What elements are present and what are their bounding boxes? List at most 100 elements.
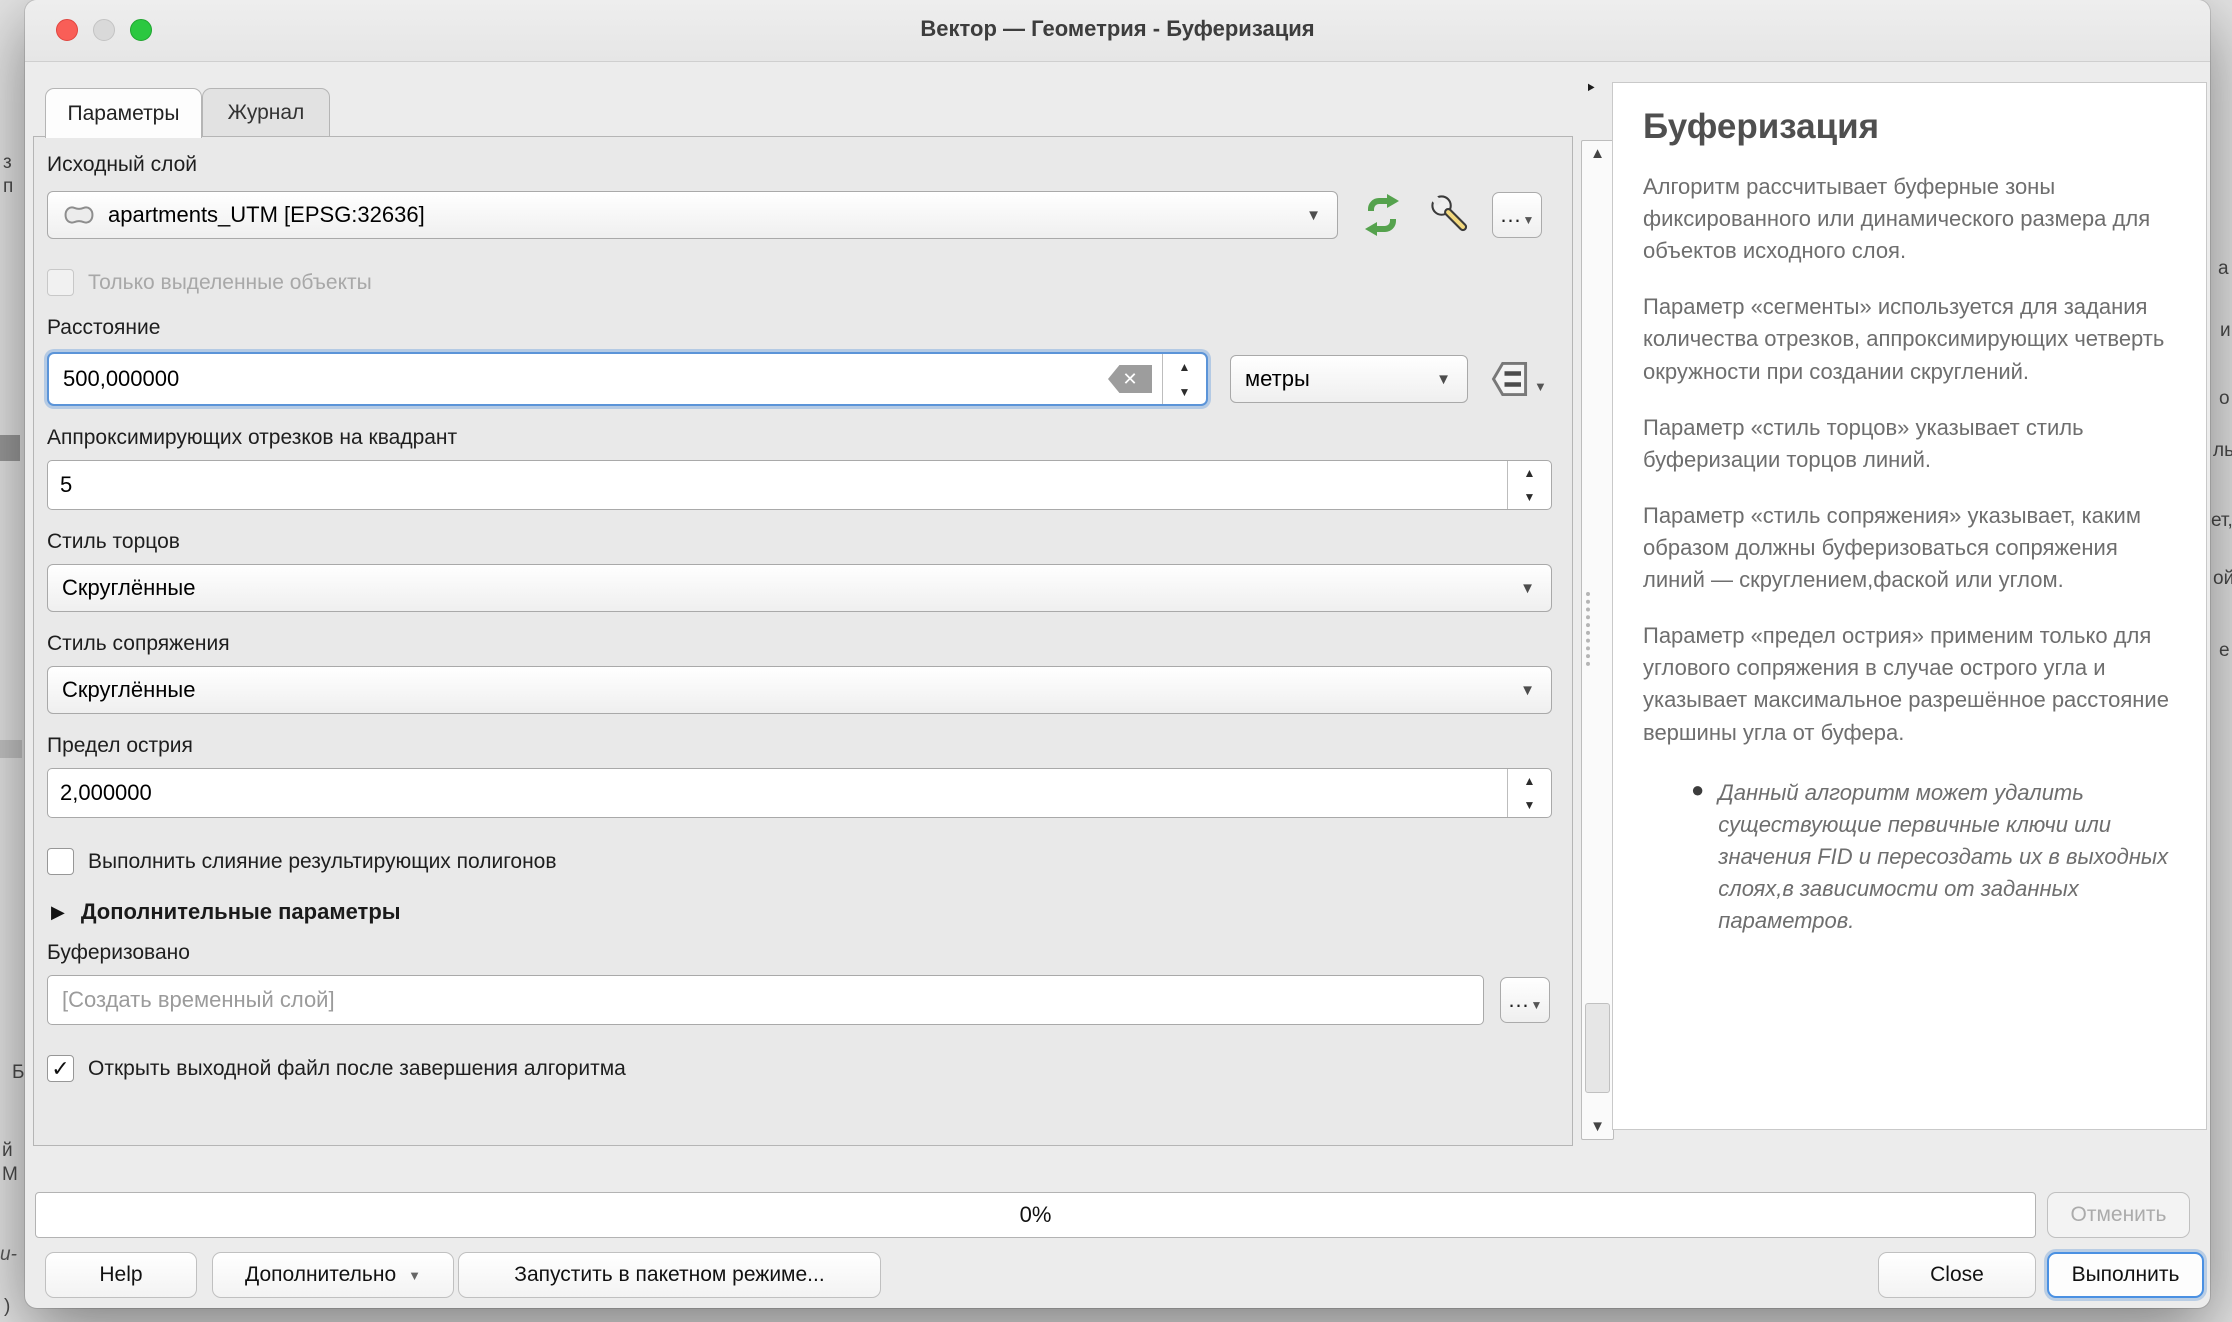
selected-only-label: Только выделенные объекты bbox=[88, 271, 372, 295]
checkbox-box bbox=[47, 269, 74, 296]
scrollbar-thumb[interactable] bbox=[1585, 1003, 1610, 1093]
spin-up-icon[interactable]: ▲ bbox=[1508, 461, 1551, 485]
spin-up-icon[interactable]: ▲ bbox=[1508, 769, 1551, 793]
help-paragraph: Параметр «сегменты» используется для зад… bbox=[1643, 291, 2176, 387]
spin-up-icon[interactable]: ▲ bbox=[1163, 354, 1206, 379]
tab-parameters[interactable]: Параметры bbox=[45, 88, 202, 138]
segments-value: 5 bbox=[48, 461, 1507, 509]
source-layer-label: Исходный слой bbox=[47, 153, 1550, 177]
bg-fragment: М bbox=[2, 1164, 18, 1186]
miter-limit-value: 2,000000 bbox=[48, 769, 1507, 817]
parameters-pane: Исходный слой apartments_UTM [EPSG:32636… bbox=[33, 136, 1573, 1146]
bg-fragment: а bbox=[2218, 258, 2229, 280]
output-path-input[interactable] bbox=[47, 975, 1484, 1025]
advanced-parameters-group[interactable]: ▶ Дополнительные параметры bbox=[47, 899, 1550, 925]
bullet-icon: ● bbox=[1691, 777, 1704, 938]
cap-style-value: Скруглённые bbox=[62, 575, 195, 601]
segments-spinner[interactable]: ▲ ▼ bbox=[1507, 461, 1551, 509]
chevron-down-icon: ▼ bbox=[1523, 213, 1535, 227]
bg-fragment: Б bbox=[12, 1062, 24, 1084]
bg-fragment: ль bbox=[2213, 440, 2232, 462]
spin-down-icon[interactable]: ▼ bbox=[1508, 793, 1551, 817]
chevron-down-icon: ▼ bbox=[1436, 371, 1451, 388]
bg-fragment: ) bbox=[4, 1296, 10, 1318]
help-title: Буферизация bbox=[1643, 107, 2176, 147]
clear-icon[interactable]: ✕ bbox=[1108, 365, 1152, 393]
dissolve-label: Выполнить слияние результирующих полигон… bbox=[88, 850, 557, 874]
ellipsis-label: … bbox=[1508, 987, 1530, 1013]
bg-fragment: ет, bbox=[2211, 510, 2232, 532]
output-browse-button[interactable]: … ▼ bbox=[1500, 977, 1550, 1023]
checkbox-box[interactable]: ✓ bbox=[47, 1055, 74, 1082]
distance-unit-select[interactable]: метры ▼ bbox=[1230, 355, 1468, 403]
checkbox-box[interactable] bbox=[47, 848, 74, 875]
help-warning-text: Данный алгоритм может удалить существующ… bbox=[1718, 777, 2176, 938]
bg-fragment bbox=[0, 740, 22, 758]
bg-fragment: и bbox=[2220, 320, 2231, 342]
close-button[interactable]: Close bbox=[1878, 1252, 2036, 1298]
tab-log[interactable]: Журнал bbox=[202, 88, 330, 137]
advanced-menu-button[interactable]: Дополнительно ▼ bbox=[212, 1252, 454, 1298]
distance-value: 500,000000 bbox=[49, 354, 1108, 404]
cancel-button: Отменить bbox=[2047, 1192, 2190, 1238]
chevron-down-icon: ▼ bbox=[1520, 682, 1535, 699]
titlebar[interactable]: Вектор — Геометрия - Буферизация bbox=[25, 0, 2210, 62]
join-style-value: Скруглённые bbox=[62, 677, 195, 703]
help-warning-item: ● Данный алгоритм может удалить существу… bbox=[1643, 777, 2176, 938]
distance-spinner[interactable]: ▲ ▼ bbox=[1162, 354, 1206, 404]
chevron-down-icon: ▼ bbox=[1531, 998, 1543, 1012]
miter-limit-input[interactable]: 2,000000 ▲ ▼ bbox=[47, 768, 1552, 818]
open-output-checkbox[interactable]: ✓ Открыть выходной файл после завершения… bbox=[47, 1055, 1550, 1082]
progress-bar: 0% bbox=[35, 1192, 2036, 1238]
chevron-down-icon: ▼ bbox=[1534, 379, 1547, 394]
advanced-parameters-label: Дополнительные параметры bbox=[81, 899, 401, 925]
polygon-layer-icon bbox=[62, 203, 96, 227]
cap-style-select[interactable]: Скруглённые ▼ bbox=[47, 564, 1552, 612]
advanced-menu-label: Дополнительно bbox=[245, 1263, 396, 1287]
miter-limit-label: Предел острия bbox=[47, 734, 1550, 758]
help-button[interactable]: Help bbox=[45, 1252, 197, 1298]
join-style-select[interactable]: Скруглённые ▼ bbox=[47, 666, 1552, 714]
iterate-layer-button[interactable] bbox=[1358, 191, 1406, 239]
help-paragraph: Параметр «стиль торцов» указывает стиль … bbox=[1643, 412, 2176, 476]
data-defined-override-button[interactable]: ▼ bbox=[1488, 357, 1547, 401]
splitter-handle[interactable] bbox=[1586, 592, 1590, 666]
help-paragraph: Параметр «предел острия» применим только… bbox=[1643, 620, 2176, 748]
bg-fragment: и- bbox=[0, 1244, 17, 1266]
source-layer-value: apartments_UTM [EPSG:32636] bbox=[108, 202, 425, 228]
help-paragraph: Алгоритм рассчитывает буферные зоны фикс… bbox=[1643, 171, 2176, 267]
dissolve-checkbox[interactable]: Выполнить слияние результирующих полигон… bbox=[47, 848, 1550, 875]
wrench-icon bbox=[1426, 190, 1476, 240]
advanced-options-button[interactable] bbox=[1426, 190, 1476, 240]
distance-unit-value: метры bbox=[1245, 366, 1310, 392]
bg-fragment: й bbox=[2, 1140, 13, 1162]
output-label: Буферизовано bbox=[47, 941, 1550, 965]
spin-down-icon[interactable]: ▼ bbox=[1508, 485, 1551, 509]
buffer-dialog: Вектор — Геометрия - Буферизация Парамет… bbox=[25, 0, 2210, 1308]
triangle-right-icon[interactable]: ▶ bbox=[51, 902, 65, 923]
bg-fragment bbox=[0, 435, 20, 461]
checkmark-icon: ✓ bbox=[51, 1058, 69, 1080]
segments-label: Аппроксимирующих отрезков на квадрант bbox=[47, 426, 1550, 450]
source-layer-browse-button[interactable]: … ▼ bbox=[1492, 192, 1542, 238]
iterate-icon bbox=[1358, 191, 1406, 239]
help-collapse-icon[interactable]: ‣ bbox=[1585, 76, 1597, 101]
selected-only-checkbox: Только выделенные объекты bbox=[47, 269, 1550, 296]
run-button[interactable]: Выполнить bbox=[2047, 1252, 2204, 1298]
bg-fragment: ой bbox=[2213, 568, 2232, 590]
progress-value: 0% bbox=[1020, 1202, 1052, 1228]
scroll-up-icon[interactable]: ▲ bbox=[1582, 145, 1613, 162]
miter-limit-spinner[interactable]: ▲ ▼ bbox=[1507, 769, 1551, 817]
help-paragraph: Параметр «стиль сопряжения» указывает, к… bbox=[1643, 500, 2176, 596]
run-batch-button[interactable]: Запустить в пакетном режиме... bbox=[458, 1252, 881, 1298]
screen: з п Б й М и- ) а и о ль ет, ой е Вектор … bbox=[0, 0, 2232, 1322]
chevron-down-icon: ▼ bbox=[1520, 580, 1535, 597]
spin-down-icon[interactable]: ▼ bbox=[1163, 379, 1206, 404]
distance-input[interactable]: 500,000000 ✕ ▲ ▼ bbox=[47, 352, 1208, 406]
open-output-label: Открыть выходной файл после завершения а… bbox=[88, 1057, 626, 1081]
bg-fragment: п bbox=[3, 176, 13, 198]
scroll-down-icon[interactable]: ▼ bbox=[1582, 1118, 1613, 1135]
source-layer-select[interactable]: apartments_UTM [EPSG:32636] ▼ bbox=[47, 191, 1338, 239]
tab-parameters-label: Параметры bbox=[68, 102, 180, 126]
segments-input[interactable]: 5 ▲ ▼ bbox=[47, 460, 1552, 510]
